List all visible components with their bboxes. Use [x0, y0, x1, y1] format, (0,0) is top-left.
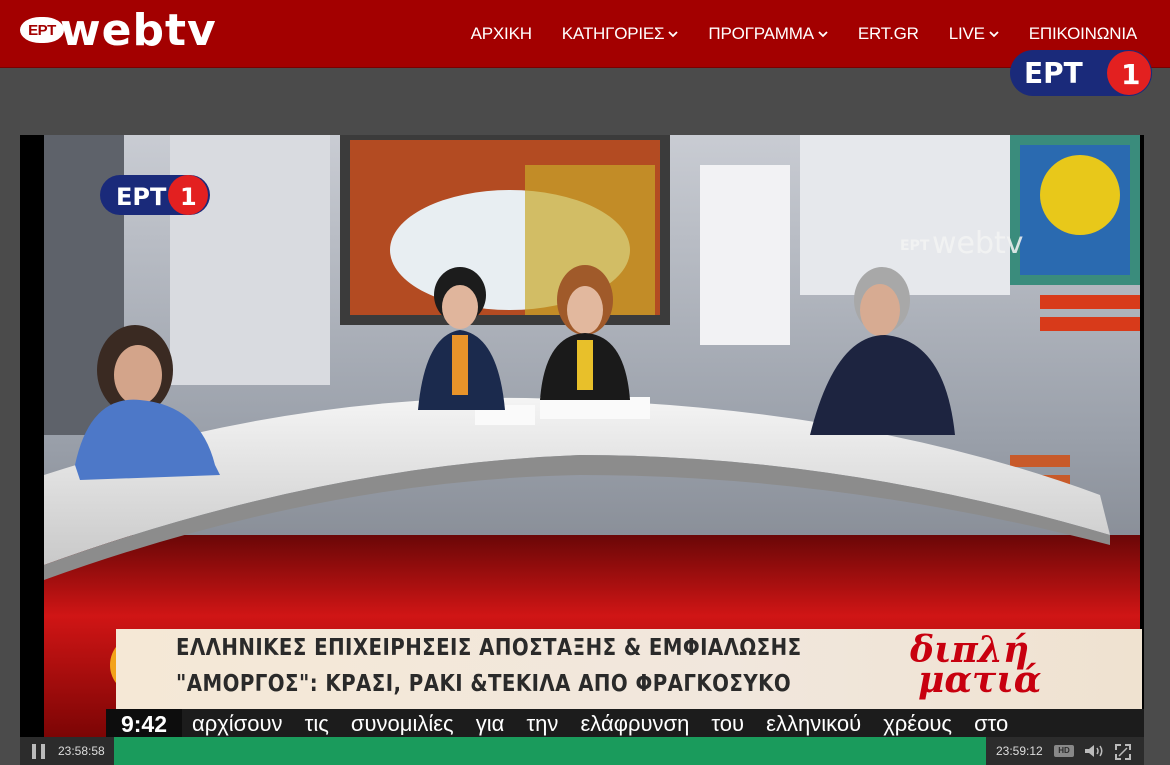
nav-label: ΕΠΙΚΟΙΝΩΝΙΑ	[1028, 23, 1137, 43]
nav-label: ΑΡΧΙΚΗ	[470, 23, 532, 43]
news-ticker: 9:42 αρχίσουν τις συνομιλίες για την ελά…	[106, 709, 1144, 739]
nav-label: ΚΑΤΗΓΟΡΙΕΣ	[561, 23, 665, 43]
nav-label: ERT.GR	[857, 23, 919, 43]
nav-item-program[interactable]: ΠΡΟΓΡΑΜΜΑ	[693, 24, 842, 44]
ert1-channel-logo: ΕΡΤ 1	[1010, 50, 1152, 96]
video-player[interactable]: ΕΡΤ 1 ΕΡΤ webtv ΕΛΛΗΝΙΚΕΣ ΕΠΙΧΕΙΡΗΣΕΙΣ Α…	[20, 135, 1144, 765]
site-header: ΕΡΤ webtv ΑΡΧΙΚΗ ΚΑΤΗΓΟΡΙΕΣ ΠΡΟΓΡΑΜΜΑ ER…	[0, 0, 1170, 68]
svg-text:ΕΡΤ: ΕΡΤ	[1024, 57, 1083, 90]
hd-icon[interactable]: HD	[1054, 745, 1074, 757]
duration-time: 23:59:12	[996, 744, 1043, 758]
ert-webtv-logo[interactable]: ΕΡΤ webtv	[20, 5, 225, 56]
chevron-down-icon	[989, 30, 999, 37]
show-logo: διπλή ματιά	[910, 632, 1042, 701]
chevron-down-icon	[818, 30, 828, 37]
elapsed-time: 23:58:58	[58, 744, 105, 758]
logo-badge: ΕΡΤ	[20, 17, 64, 43]
svg-text:ΕΡΤ: ΕΡΤ	[116, 183, 167, 211]
nav-item-categories[interactable]: ΚΑΤΗΓΟΡΙΕΣ	[547, 24, 694, 44]
pause-icon[interactable]	[32, 744, 46, 759]
logo-text: webtv	[60, 5, 217, 56]
nav-label: LIVE	[948, 23, 985, 43]
svg-text:1: 1	[180, 183, 197, 211]
show-logo-line-2: ματιά	[918, 659, 1042, 701]
nav-label: ΠΡΟΓΡΑΜΜΑ	[708, 23, 814, 43]
svg-text:webtv: webtv	[932, 226, 1024, 261]
svg-text:1: 1	[1121, 58, 1140, 91]
nav-item-live[interactable]: LIVE	[934, 24, 1014, 44]
progress-bar[interactable]	[114, 737, 986, 765]
ticker-text: αρχίσουν τις συνομιλίες για την ελάφρυνσ…	[192, 711, 1009, 736]
progress-fill	[114, 737, 986, 765]
ticker-time: 9:42	[106, 709, 182, 739]
lower-third-line-1: ΕΛΛΗΝΙΚΕΣ ΕΠΙΧΕΙΡΗΣΕΙΣ ΑΠΟΣΤΑΞΗΣ & ΕΜΦΙΑ…	[176, 635, 802, 661]
nav-item-contact[interactable]: ΕΠΙΚΟΙΝΩΝΙΑ	[1014, 24, 1152, 44]
nav-item-ertgr[interactable]: ERT.GR	[843, 24, 934, 44]
player-controls: 23:58:58 23:59:12 HD	[20, 737, 1144, 765]
fullscreen-icon[interactable]	[1115, 744, 1131, 760]
volume-icon[interactable]	[1084, 744, 1106, 758]
nav-item-home[interactable]: ΑΡΧΙΚΗ	[456, 24, 547, 44]
chevron-down-icon	[668, 30, 679, 37]
svg-text:ΕΡΤ: ΕΡΤ	[900, 238, 930, 254]
lower-third-line-2: "ΑΜΟΡΓΟΣ": ΚΡΑΣΙ, ΡΑΚΙ &ΤΕΚΙΛΑ ΑΠΟ ΦΡΑΓΚ…	[176, 671, 792, 697]
